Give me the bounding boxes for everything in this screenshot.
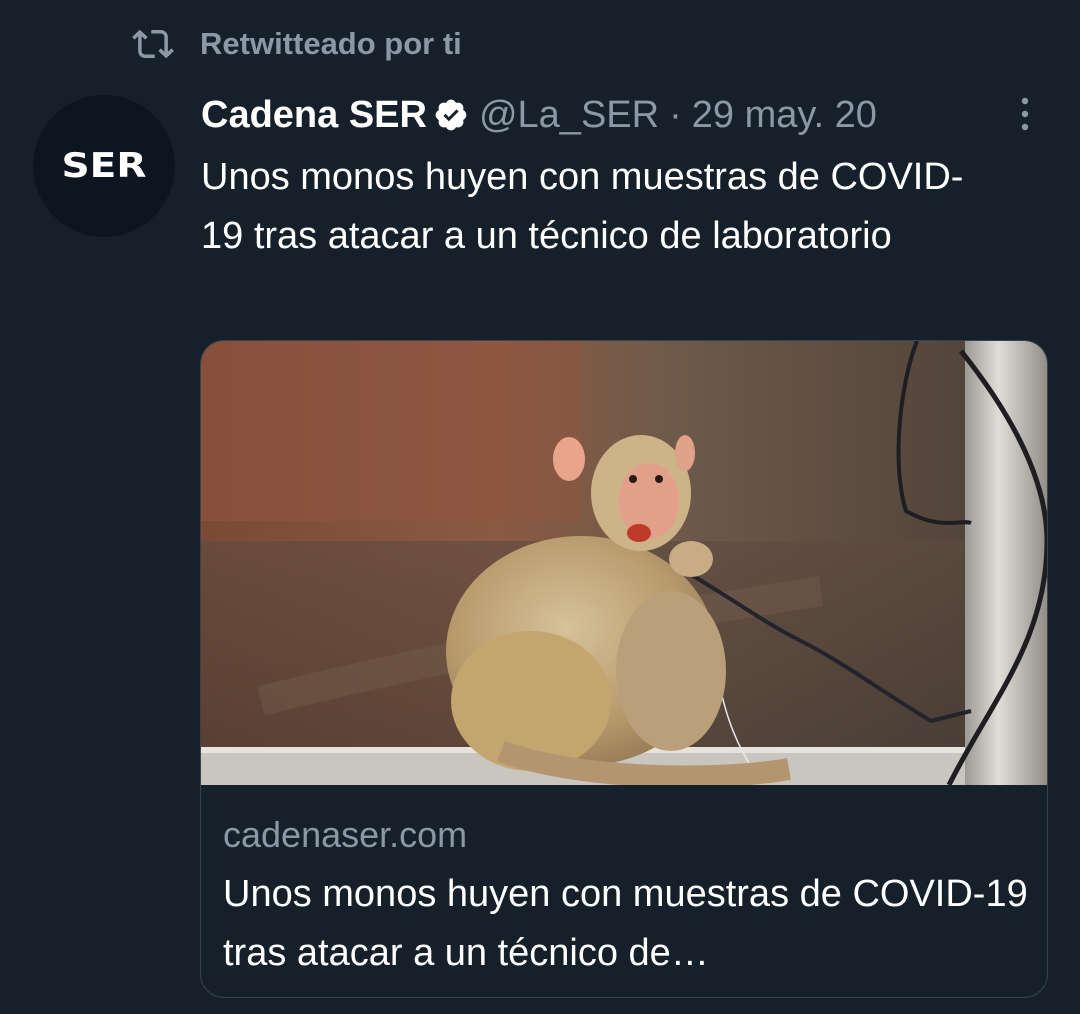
link-card[interactable]: cadenaser.com Unos monos huyen con muest… <box>200 340 1048 998</box>
author-handle[interactable]: @La_SER <box>479 94 659 137</box>
separator-dot: · <box>669 93 682 136</box>
more-vertical-icon <box>1021 97 1029 131</box>
card-domain: cadenaser.com <box>223 814 468 855</box>
card-body: cadenaser.com Unos monos huyen con muest… <box>223 811 1033 983</box>
tweet-date[interactable]: 29 may. 20 <box>692 94 877 137</box>
retweet-icon <box>132 29 174 59</box>
retweet-context: Retwitteado por ti <box>132 22 462 66</box>
card-image-monkey <box>201 341 1047 785</box>
verified-badge-icon <box>435 99 467 131</box>
card-title: Unos monos huyen con muestras de COVID-1… <box>223 873 1028 974</box>
tweet-header: Cadena SER @La_SER · 29 may. 20 <box>201 86 877 144</box>
avatar[interactable]: SER <box>33 95 175 237</box>
author-name[interactable]: Cadena SER <box>201 94 427 137</box>
tweet-text: Unos monos huyen con muestras de COVID-1… <box>201 156 964 257</box>
more-options-button[interactable] <box>1008 92 1042 136</box>
cadena-ser-logo: SER <box>61 146 147 186</box>
retweet-label: Retwitteado por ti <box>200 26 462 61</box>
